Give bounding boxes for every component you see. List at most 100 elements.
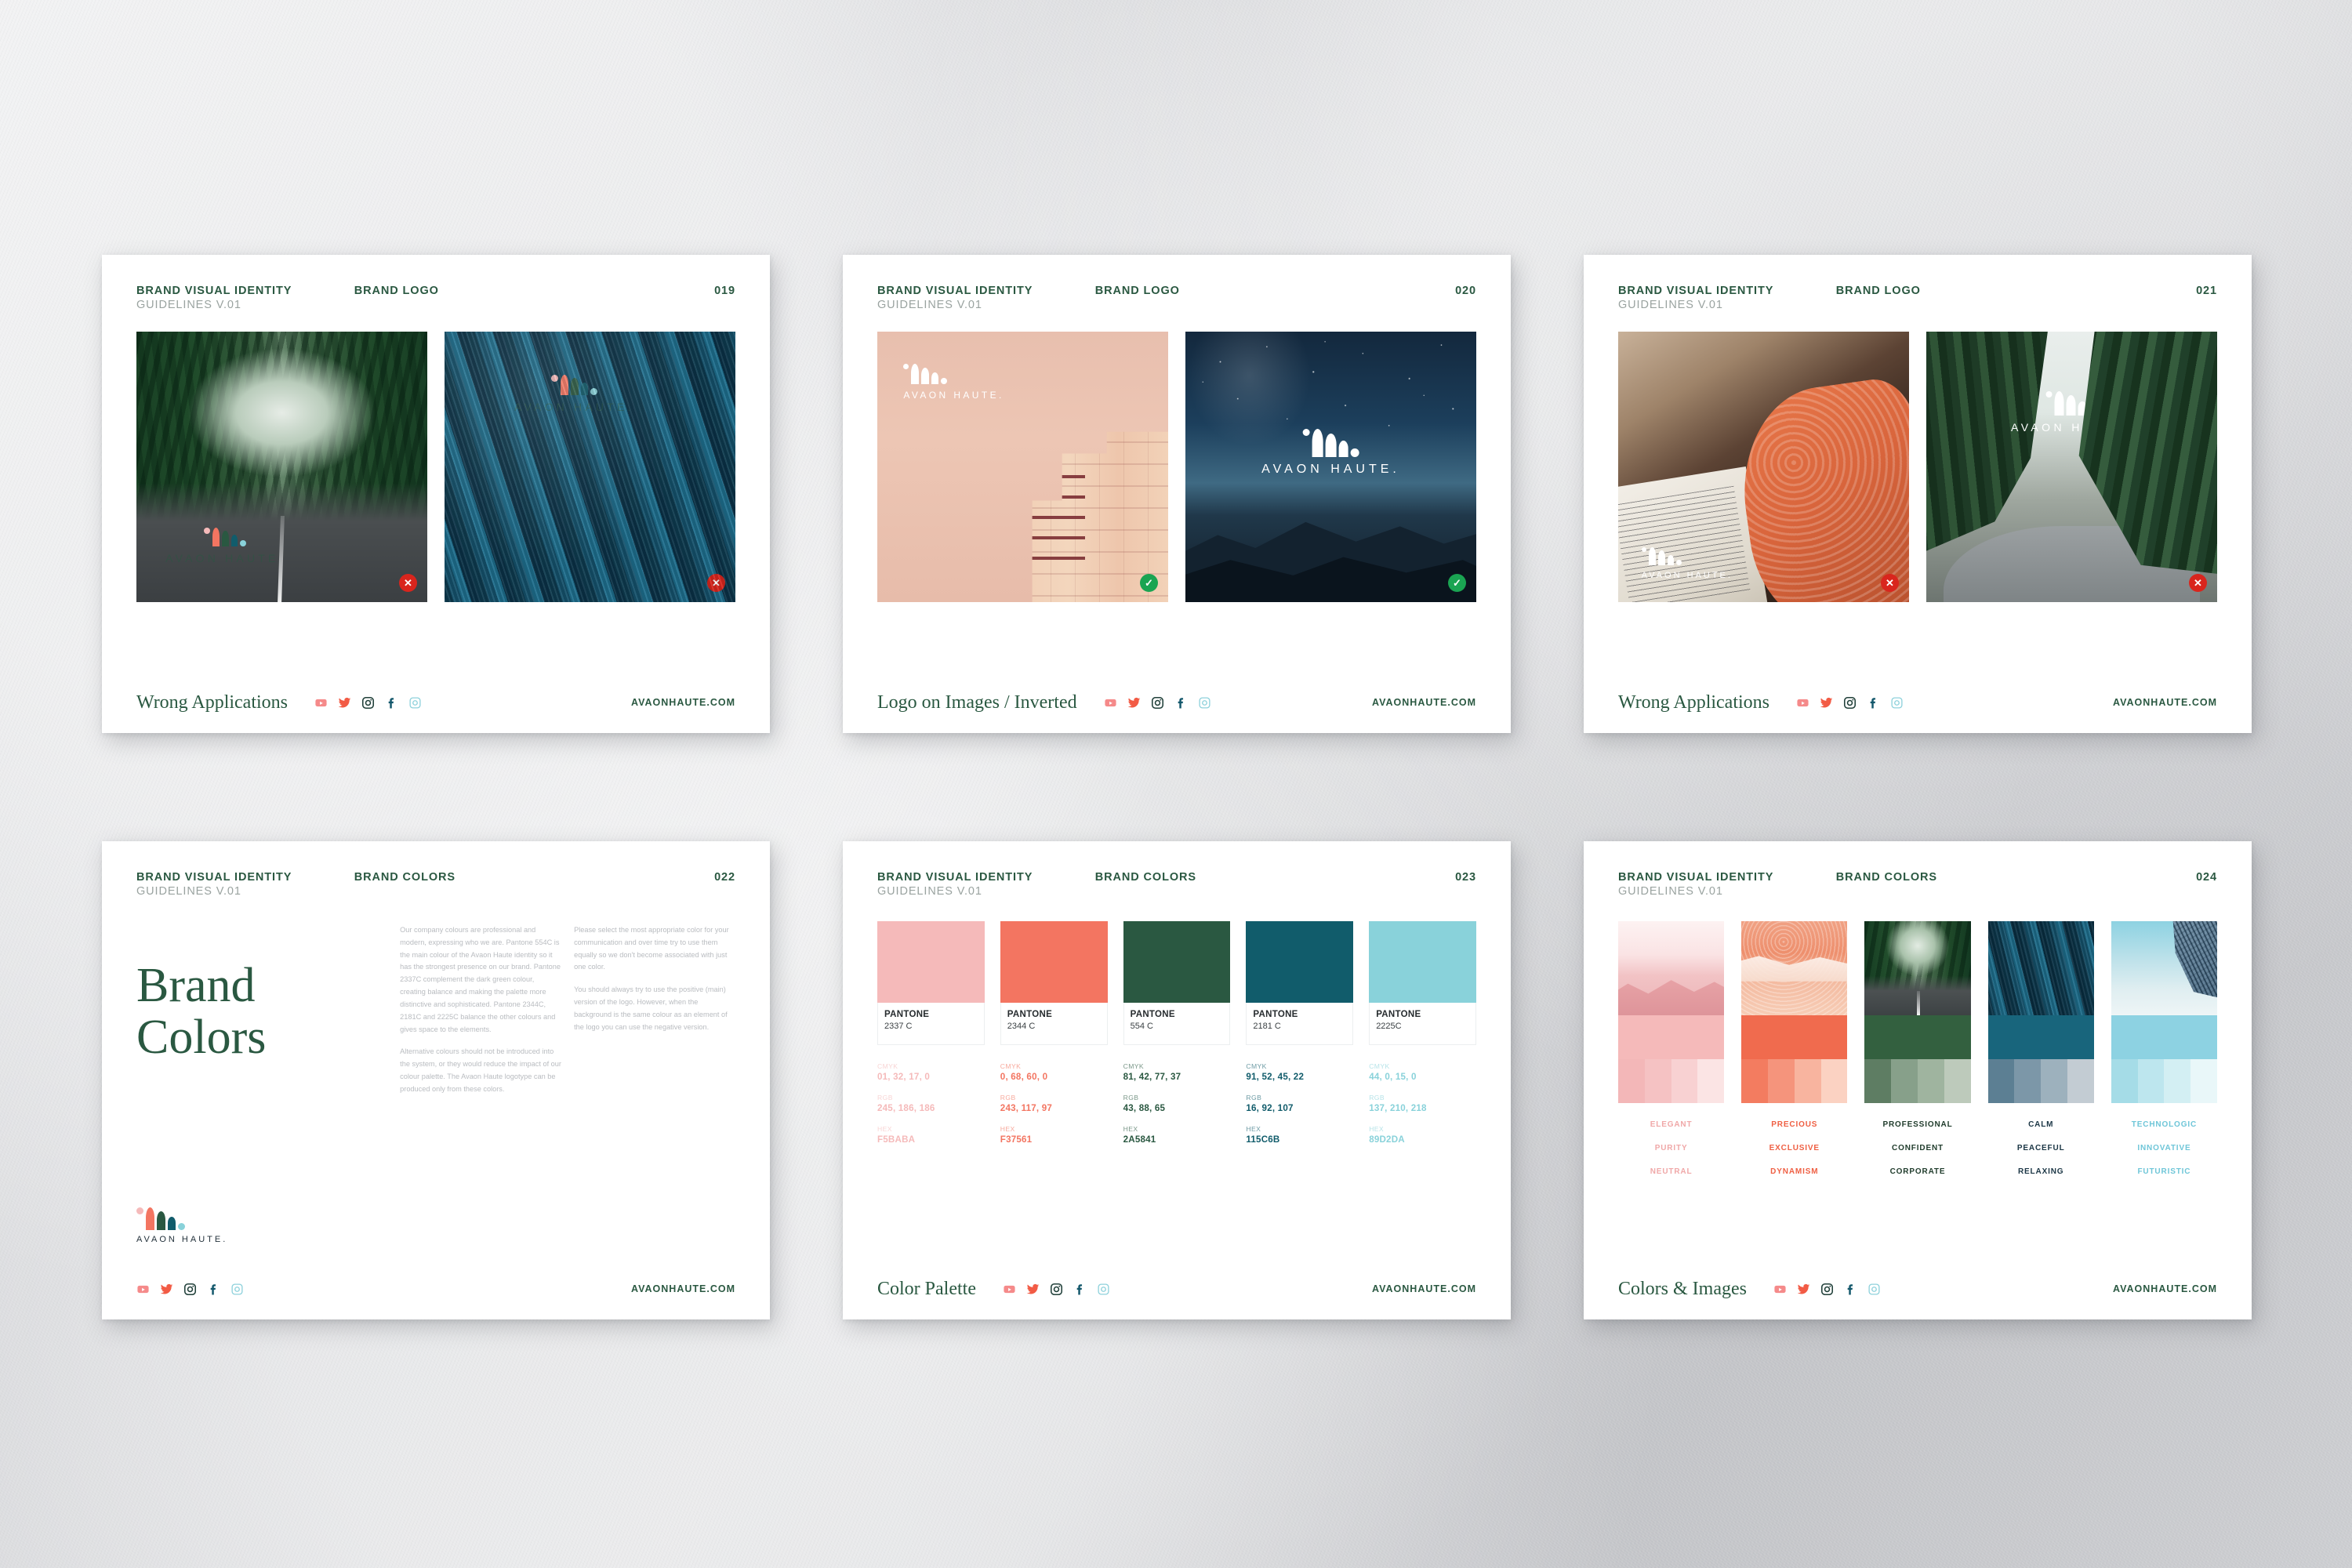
wrong-usage-badge: ✕	[1881, 574, 1899, 592]
logo-bar-3	[2078, 401, 2087, 416]
sheet-020[interactable]: BRAND VISUAL IDENTITY GUIDELINES V.01 BR…	[843, 255, 1511, 733]
night-sky-mountains-photo[interactable]: AVAON HAUTE. ✓	[1185, 332, 1476, 602]
keyword: TECHNOLOGIC	[2131, 1120, 2198, 1129]
instagram-alt-icon[interactable]	[408, 696, 422, 710]
footer-url[interactable]: AVAONHAUTE.COM	[631, 1283, 735, 1294]
keyword: CALM	[2028, 1120, 2054, 1129]
spec-cmyk: CMYK 01, 32, 17, 0	[877, 1062, 985, 1082]
twitter-icon[interactable]	[1797, 1283, 1810, 1296]
palette-swatch[interactable]: PANTONE 2181 C CMYK 91, 52, 45, 22 RGB 1…	[1246, 921, 1354, 1156]
spec-hex: HEX 115C6B	[1246, 1125, 1353, 1145]
correct-usage-badge: ✓	[1448, 574, 1466, 592]
woman-writing-photo[interactable]: AVAON HAUTE. ✕	[1618, 332, 1909, 602]
footer-url[interactable]: AVAONHAUTE.COM	[1372, 1283, 1476, 1294]
logo-dot-pink	[550, 375, 558, 383]
instagram-alt-icon[interactable]	[1890, 696, 1904, 710]
instagram-icon[interactable]	[1843, 696, 1857, 710]
facebook-icon[interactable]	[1073, 1283, 1087, 1296]
palette-swatch[interactable]: PANTONE 2225C CMYK 44, 0, 15, 0 RGB 137,…	[1369, 921, 1476, 1156]
solid-color-band	[1618, 1015, 1725, 1059]
sheet-021[interactable]: BRAND VISUAL IDENTITY GUIDELINES V.01 BR…	[1584, 255, 2252, 733]
spec-value: 0, 68, 60, 0	[1000, 1072, 1048, 1082]
logo-bar-2	[1657, 550, 1665, 566]
instagram-alt-icon[interactable]	[230, 1283, 244, 1296]
sheet-024[interactable]: BRAND VISUAL IDENTITY GUIDELINES V.01 BR…	[1584, 841, 2252, 1319]
social-links[interactable]	[1796, 696, 1904, 710]
facebook-icon[interactable]	[207, 1283, 220, 1296]
social-links[interactable]	[136, 1283, 244, 1296]
instagram-icon[interactable]	[1050, 1283, 1063, 1296]
logo-mark-icon	[903, 364, 948, 385]
instagram-icon[interactable]	[183, 1283, 197, 1296]
palette-swatch[interactable]: PANTONE 554 C CMYK 81, 42, 77, 37 RGB 43…	[1123, 921, 1231, 1156]
footer-url[interactable]: AVAONHAUTE.COM	[2113, 697, 2217, 708]
paragraph: Our company colours are professional and…	[400, 926, 561, 1033]
facebook-icon[interactable]	[1844, 1283, 1857, 1296]
logo-bar-coral	[560, 375, 568, 396]
social-links[interactable]	[1104, 696, 1211, 710]
twitter-icon[interactable]	[1127, 696, 1141, 710]
facebook-icon[interactable]	[1174, 696, 1188, 710]
instagram-alt-icon[interactable]	[1097, 1283, 1110, 1296]
swatch-color-chip	[1369, 921, 1476, 1003]
social-links[interactable]	[314, 696, 422, 710]
palette-swatch[interactable]: PANTONE 2337 C CMYK 01, 32, 17, 0 RGB 24…	[877, 921, 985, 1156]
youtube-icon[interactable]	[1003, 1283, 1016, 1296]
footer-title-part2: Inverted	[1014, 691, 1077, 713]
spec-value: F37561	[1000, 1134, 1033, 1145]
sheet-022[interactable]: BRAND VISUAL IDENTITY GUIDELINES V.01 BR…	[102, 841, 770, 1319]
sheet-019[interactable]: BRAND VISUAL IDENTITY GUIDELINES V.01 BR…	[102, 255, 770, 733]
sheet-footer: AVAONHAUTE.COM	[136, 1258, 735, 1319]
social-links[interactable]	[1773, 1283, 1881, 1296]
pantone-label: PANTONE	[1376, 1010, 1421, 1019]
logo-dot-pink	[136, 1207, 143, 1214]
header-page-number: 023	[1455, 871, 1476, 884]
footer-url[interactable]: AVAONHAUTE.COM	[1372, 697, 1476, 708]
colors-and-images-row: ELEGANT PURITY NEUTRAL PRECIOUS EXCLUSIV…	[1618, 918, 2218, 1191]
social-links[interactable]	[1003, 1283, 1110, 1296]
youtube-icon[interactable]	[1104, 696, 1117, 710]
pink-building-photo[interactable]: AVAON HAUTE. ✓	[877, 332, 1168, 602]
instagram-icon[interactable]	[361, 696, 375, 710]
forest-road-photo[interactable]: AVAON HAUTE. ✕	[136, 332, 427, 602]
twitter-icon[interactable]	[160, 1283, 173, 1296]
keyword: INNOVATIVE	[2137, 1144, 2191, 1152]
logo-bar-1	[2055, 390, 2064, 416]
footer-url[interactable]: AVAONHAUTE.COM	[631, 697, 735, 708]
mood-column[interactable]: PROFESSIONAL CONFIDENT CORPORATE	[1864, 921, 1971, 1191]
mood-column[interactable]: TECHNOLOGIC INNOVATIVE FUTURISTIC	[2111, 921, 2218, 1191]
footer-url[interactable]: AVAONHAUTE.COM	[2113, 1283, 2217, 1294]
pine-forest-road-photo[interactable]: AVAON HAUTE. ✕	[1926, 332, 2217, 602]
tint-swatch	[2190, 1059, 2217, 1103]
mood-column[interactable]: PRECIOUS EXCLUSIVE DYNAMISM	[1741, 921, 1848, 1191]
sheet-body: AVAON HAUTE. ✕ AVAON HAUTE. ✕	[1618, 319, 2217, 672]
spec-key: HEX	[877, 1125, 892, 1133]
blue-sand-dunes-photo[interactable]: AVAON HAUTE. ✕	[445, 332, 735, 602]
twitter-icon[interactable]	[1820, 696, 1833, 710]
logo-lockup-white: AVAON HAUTE.	[1641, 547, 1733, 580]
youtube-icon[interactable]	[314, 696, 328, 710]
solid-color-band	[1864, 1015, 1971, 1059]
twitter-icon[interactable]	[1026, 1283, 1040, 1296]
sheet-header: BRAND VISUAL IDENTITY GUIDELINES V.01 BR…	[877, 285, 1476, 319]
sheet-footer: Color Palette AVAONHAUTE.COM	[877, 1258, 1476, 1319]
facebook-icon[interactable]	[385, 696, 398, 710]
youtube-icon[interactable]	[1773, 1283, 1787, 1296]
facebook-icon[interactable]	[1867, 696, 1880, 710]
instagram-icon[interactable]	[1820, 1283, 1834, 1296]
sheet-023[interactable]: BRAND VISUAL IDENTITY GUIDELINES V.01 BR…	[843, 841, 1511, 1319]
instagram-icon[interactable]	[1151, 696, 1164, 710]
palette-swatch[interactable]: PANTONE 2344 C CMYK 0, 68, 60, 0 RGB 243…	[1000, 921, 1108, 1156]
youtube-icon[interactable]	[136, 1283, 150, 1296]
mood-column[interactable]: CALM PEACEFUL RELAXING	[1987, 921, 2094, 1191]
keyword: CONFIDENT	[1892, 1144, 1944, 1152]
wrong-usage-badge: ✕	[707, 574, 725, 592]
spec-cmyk: CMYK 81, 42, 77, 37	[1123, 1062, 1231, 1082]
youtube-icon[interactable]	[1796, 696, 1809, 710]
twitter-icon[interactable]	[338, 696, 351, 710]
instagram-alt-icon[interactable]	[1198, 696, 1211, 710]
mood-column[interactable]: ELEGANT PURITY NEUTRAL	[1618, 921, 1725, 1191]
tint-swatch	[1987, 1059, 2015, 1103]
footer-title: Colors & Images	[1618, 1278, 1747, 1299]
instagram-alt-icon[interactable]	[1867, 1283, 1881, 1296]
